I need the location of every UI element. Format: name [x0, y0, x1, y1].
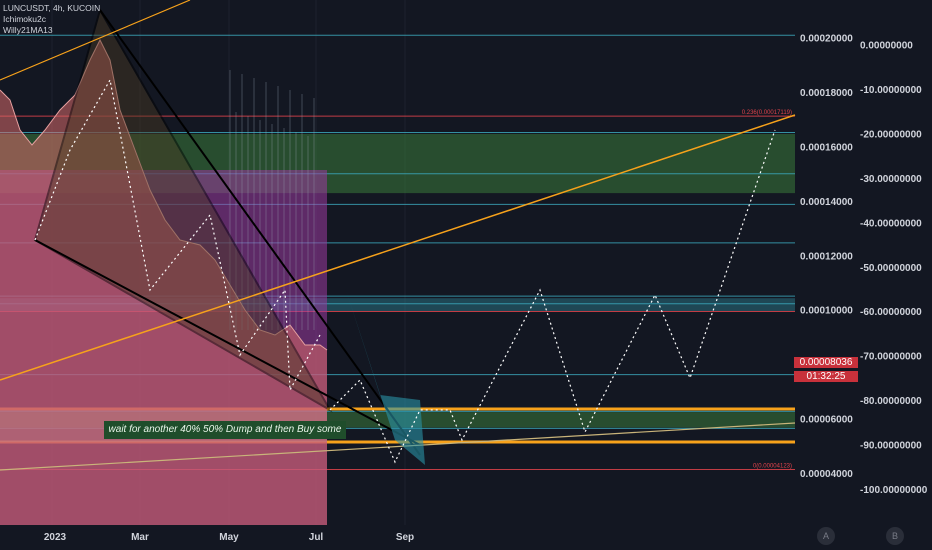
price-chart[interactable]: 0.236(0.00017119) 0(0.00004123) 0.0002000… [0, 0, 932, 550]
oscillator-tick-label: -50.00000000 [860, 263, 922, 274]
time-tick-label: Sep [396, 532, 414, 543]
time-tick-label: 2023 [44, 532, 67, 543]
chart-legend: LUNCUSDT, 4h, KUCOIN Ichimoku2c Willy21M… [3, 3, 100, 36]
price-tick-label: 0.00014000 [800, 197, 853, 208]
price-tick-label: 0.00004000 [800, 469, 853, 480]
oscillator-tick-label: -20.00000000 [860, 129, 922, 140]
fib-label: 0.236(0.00017119) [742, 110, 792, 116]
oscillator-tick-label: -40.00000000 [860, 218, 922, 229]
price-tick-label: 0.00018000 [800, 88, 853, 99]
oscillator-tick-label: -60.00000000 [860, 307, 922, 318]
current-price-badge: 0.00008036 [794, 357, 858, 368]
price-tick-label: 0.00020000 [800, 34, 853, 45]
fib-label: 0(0.00004123) [753, 464, 792, 470]
pane-b-button[interactable]: B [886, 527, 904, 545]
symbol-label: LUNCUSDT, 4h, KUCOIN [3, 3, 101, 13]
indicator-label: Willy21MA13 [3, 25, 53, 35]
oscillator-tick-label: -80.00000000 [860, 396, 922, 407]
chart-annotation: wait for another 40% 50% Dump and then B… [104, 421, 346, 439]
auto-scale-button[interactable]: A [817, 527, 835, 545]
oscillator-tick-label: -30.00000000 [860, 174, 922, 185]
oscillator-tick-label: -70.00000000 [860, 352, 922, 363]
oscillator-tick-label: 0.00000000 [860, 41, 913, 52]
price-tick-label: 0.00010000 [800, 306, 853, 317]
time-tick-label: Jul [309, 532, 324, 543]
price-tick-label: 0.00006000 [800, 415, 853, 426]
price-tick-label: 0.00012000 [800, 251, 853, 262]
oscillator-tick-label: -10.00000000 [860, 85, 922, 96]
time-tick-label: Mar [131, 532, 149, 543]
bar-countdown: 01:32:25 [794, 371, 858, 382]
indicator-label: Ichimoku2c [3, 14, 46, 24]
time-tick-label: May [219, 532, 239, 543]
oscillator-tick-label: -100.00000000 [860, 485, 928, 496]
price-tick-label: 0.00016000 [800, 143, 853, 154]
oscillator-tick-label: -90.00000000 [860, 441, 922, 452]
